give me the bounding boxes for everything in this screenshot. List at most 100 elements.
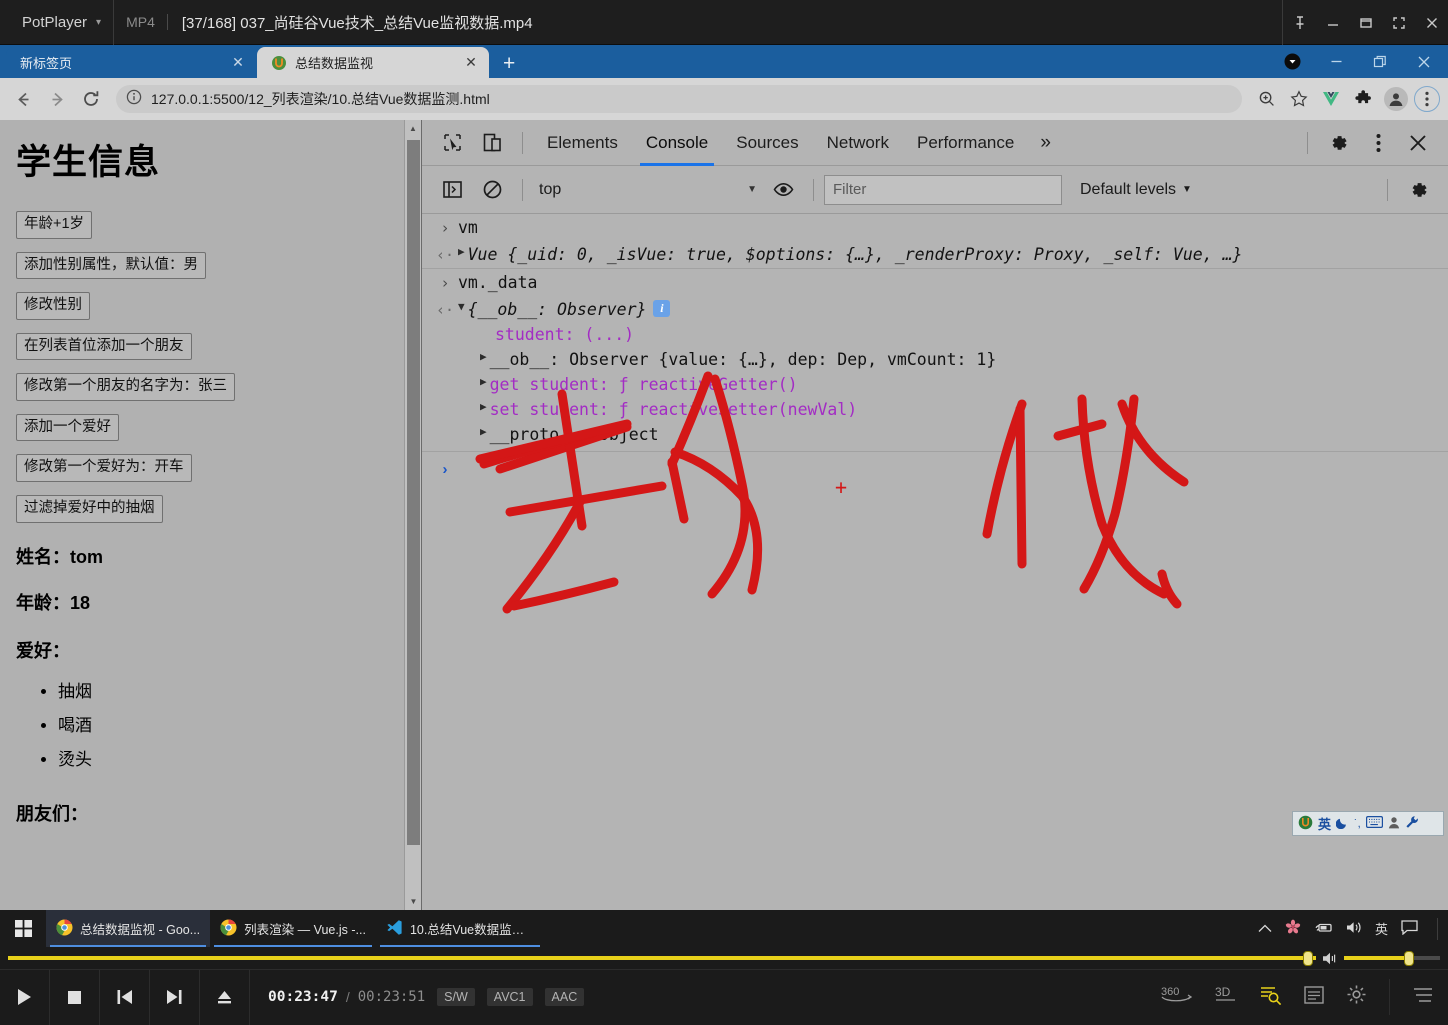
console-output[interactable]: › vm ‹· ▶ Vue {_uid: 0, _isVue: true, $o… xyxy=(422,214,1448,910)
back-arrow-icon[interactable] xyxy=(8,84,38,114)
expand-triangle-icon[interactable]: ▶ xyxy=(480,425,487,438)
tab-sources[interactable]: Sources xyxy=(722,120,812,166)
volume-icon[interactable] xyxy=(1316,951,1344,966)
console-sidebar-icon[interactable] xyxy=(432,170,472,210)
collapse-triangle-icon[interactable]: ▼ xyxy=(458,300,465,313)
user-icon[interactable] xyxy=(1388,816,1400,832)
sakura-icon[interactable] xyxy=(1285,919,1301,938)
settings-gear-icon[interactable] xyxy=(1346,984,1367,1010)
subtitle-icon[interactable] xyxy=(1304,985,1324,1009)
age-plus-one-button[interactable]: 年龄+1岁 xyxy=(16,211,93,239)
tab-console[interactable]: Console xyxy=(632,120,722,166)
network-icon[interactable] xyxy=(1314,920,1332,937)
zoom-icon[interactable] xyxy=(1252,84,1282,114)
inspect-cursor-icon[interactable] xyxy=(432,123,472,163)
extensions-puzzle-icon[interactable] xyxy=(1348,84,1378,114)
close-icon[interactable] xyxy=(1415,0,1448,45)
scrollbar-thumb[interactable] xyxy=(407,140,420,845)
bookmark-star-icon[interactable] xyxy=(1284,84,1314,114)
info-badge-icon[interactable]: i xyxy=(653,300,671,317)
site-info-icon[interactable] xyxy=(126,89,142,110)
ime-mode-label[interactable]: 英 xyxy=(1318,814,1331,833)
volume-knob[interactable] xyxy=(1404,950,1415,966)
new-tab-button[interactable]: + xyxy=(489,53,529,78)
more-vertical-icon[interactable] xyxy=(1358,123,1398,163)
eject-button[interactable] xyxy=(200,969,250,1025)
reload-icon[interactable] xyxy=(76,84,106,114)
tab-network[interactable]: Network xyxy=(813,120,903,166)
close-icon[interactable]: ✕ xyxy=(230,54,246,71)
expand-triangle-icon[interactable]: ▶ xyxy=(458,245,465,258)
device-toolbar-icon[interactable] xyxy=(472,123,512,163)
restore-icon[interactable] xyxy=(1358,45,1402,78)
360-view-icon[interactable]: 360 xyxy=(1160,984,1193,1011)
filter-hobby-button[interactable]: 过滤掉爱好中的抽烟 xyxy=(16,494,163,523)
close-icon[interactable]: ✕ xyxy=(463,54,479,71)
gear-icon[interactable] xyxy=(1318,123,1358,163)
rename-first-friend-button[interactable]: 修改第一个朋友的名字为：张三 xyxy=(16,373,235,401)
console-filter-input[interactable]: Filter xyxy=(824,174,1062,205)
add-hobby-button[interactable]: 添加一个爱好 xyxy=(16,413,119,442)
sogou-logo-icon[interactable] xyxy=(1298,815,1313,833)
maximize-icon[interactable] xyxy=(1349,0,1382,45)
add-friend-first-button[interactable]: 在列表首位添加一个朋友 xyxy=(16,332,192,361)
equalizer-icon[interactable] xyxy=(1412,986,1434,1009)
taskbar-item-chrome-vuejs[interactable]: 列表渲染 — Vue.js -... xyxy=(210,910,376,947)
taskbar-item-chrome-active[interactable]: 总结数据监视 - Goo... xyxy=(46,910,211,947)
stop-button[interactable] xyxy=(50,969,100,1025)
windows-start-icon[interactable] xyxy=(0,910,46,947)
console-prompt[interactable]: › xyxy=(422,452,1448,482)
expand-triangle-icon[interactable]: ▶ xyxy=(480,375,487,388)
minimize-icon[interactable] xyxy=(1314,45,1358,78)
previous-button[interactable] xyxy=(100,969,150,1025)
playlist-search-icon[interactable] xyxy=(1260,985,1282,1010)
forward-arrow-icon[interactable] xyxy=(42,84,72,114)
tab-elements[interactable]: Elements xyxy=(533,120,632,166)
add-gender-button[interactable]: 添加性别属性，默认值：男 xyxy=(16,251,206,280)
chevron-up-icon[interactable] xyxy=(1258,921,1272,936)
punctuation-icon[interactable]: ˙, xyxy=(1354,818,1361,830)
next-button[interactable] xyxy=(150,969,200,1025)
volume-slider[interactable] xyxy=(1344,947,1440,969)
minimize-icon[interactable] xyxy=(1316,0,1349,45)
tab-performance[interactable]: Performance xyxy=(903,120,1028,166)
change-gender-button[interactable]: 修改性别 xyxy=(16,292,90,320)
chrome-menu-icon[interactable] xyxy=(1414,86,1440,112)
profile-avatar-icon[interactable] xyxy=(1384,87,1408,111)
live-expression-eye-icon[interactable] xyxy=(763,170,803,210)
ime-floating-toolbar[interactable]: 英 ˙, xyxy=(1292,811,1444,836)
close-icon[interactable] xyxy=(1398,123,1438,163)
potplayer-app-menu[interactable]: PotPlayer ▾ xyxy=(0,0,113,45)
console-context-select[interactable]: top ▼ xyxy=(533,175,763,205)
clear-console-icon[interactable] xyxy=(472,170,512,210)
pin-icon[interactable] xyxy=(1283,0,1316,45)
seek-bar[interactable] xyxy=(8,947,1316,969)
expand-triangle-icon[interactable]: ▶ xyxy=(480,400,487,413)
address-bar[interactable]: 127.0.0.1:5500/12_列表渲染/10.总结Vue数据监测.html xyxy=(116,85,1242,113)
moon-icon[interactable] xyxy=(1335,816,1349,832)
seek-knob[interactable] xyxy=(1303,950,1314,966)
scroll-up-arrow-icon[interactable]: ▲ xyxy=(405,120,421,137)
badge-video-codec[interactable]: AVC1 xyxy=(486,988,533,1006)
fullscreen-icon[interactable] xyxy=(1382,0,1415,45)
vue-devtools-icon[interactable] xyxy=(1316,84,1346,114)
keyboard-icon[interactable] xyxy=(1365,816,1383,831)
browser-tab-active[interactable]: 总结数据监视 ✕ xyxy=(257,47,489,78)
more-tabs-icon[interactable]: » xyxy=(1028,132,1063,154)
3d-view-icon[interactable]: 3D xyxy=(1214,985,1238,1010)
badge-audio-codec[interactable]: AAC xyxy=(544,988,585,1006)
page-scrollbar[interactable]: ▲ ▼ xyxy=(404,120,421,910)
download-icon[interactable] xyxy=(1270,45,1314,78)
badge-sw[interactable]: S/W xyxy=(437,988,475,1006)
ime-language-indicator[interactable]: 英 xyxy=(1375,919,1388,938)
action-center-icon[interactable] xyxy=(1401,919,1418,938)
volume-icon[interactable] xyxy=(1345,920,1362,938)
change-first-hobby-button[interactable]: 修改第一个爱好为：开车 xyxy=(16,454,192,482)
gear-icon[interactable] xyxy=(1398,170,1438,210)
toolbox-icon[interactable] xyxy=(1405,815,1419,832)
close-icon[interactable] xyxy=(1402,45,1446,78)
console-levels-select[interactable]: Default levels ▼ xyxy=(1080,181,1192,199)
play-button[interactable] xyxy=(0,969,50,1025)
taskbar-item-vscode[interactable]: 10.总结Vue数据监测.... xyxy=(376,910,544,947)
expand-triangle-icon[interactable]: ▶ xyxy=(480,350,487,363)
